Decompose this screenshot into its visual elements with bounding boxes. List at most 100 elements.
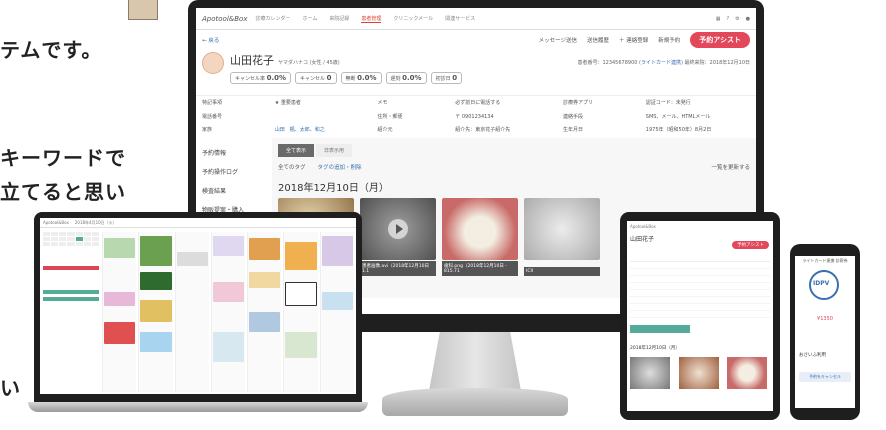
message-button[interactable]: メッセージ送信 bbox=[539, 36, 577, 44]
info-cell: 紹介元 bbox=[377, 127, 393, 134]
stat-cancel-rate: キャンセル率 0.0% bbox=[230, 72, 292, 84]
register-button[interactable]: ＋ 連絡登録 bbox=[619, 36, 648, 44]
patient-name: 山田花子 bbox=[230, 54, 274, 67]
mini-calendar[interactable] bbox=[43, 232, 99, 392]
phone-logo: IDPV bbox=[813, 280, 830, 287]
tablet-screen: Apotool&Box 山田花子 予約アシスト 2018年12月10日（月） bbox=[627, 221, 773, 411]
phone-cancel-button[interactable]: 予約をキャンセル bbox=[799, 372, 851, 382]
header-icons: ▦ ? ⚙ ● bbox=[716, 16, 750, 22]
schedule-column[interactable] bbox=[174, 232, 209, 392]
new-reservation-button[interactable]: 新規予約 bbox=[658, 36, 680, 44]
monitor-base bbox=[382, 388, 568, 416]
bg-text-2: キーワードで bbox=[0, 146, 126, 170]
nav-services[interactable]: 関連サービス bbox=[445, 15, 475, 23]
phone-amount: ¥1350 bbox=[817, 316, 833, 322]
laptop-header: Apotool&Box 2018年4月10日（火） bbox=[40, 218, 356, 228]
laptop-canvas: Apotool&Box 2018年4月10日（火） bbox=[40, 218, 356, 394]
sidebar-item-results[interactable]: 検査結果 bbox=[202, 186, 266, 195]
stat-noshow: 無断 0.0% bbox=[340, 72, 382, 84]
promo-stage: テムです。 キーワードで 立てると思い い Apotool&Box 診療カレンダ… bbox=[0, 0, 886, 430]
thumbnail-video[interactable]: 患者画像.avi（2018年12月10日 1.1 bbox=[360, 198, 436, 276]
info-cell: 診療券アプリ bbox=[563, 100, 594, 106]
nav-home[interactable]: ホーム bbox=[302, 15, 317, 23]
tag-edit-link[interactable]: タグの追加・削除 bbox=[318, 163, 362, 171]
tablet: Apotool&Box 山田花子 予約アシスト 2018年12月10日（月） bbox=[620, 212, 780, 420]
assist-button[interactable]: 予約アシスト bbox=[690, 32, 750, 48]
tablet-thumb[interactable] bbox=[630, 357, 670, 389]
schedule-column[interactable] bbox=[283, 232, 318, 392]
info-cell: SMS、メール、HTMLメール bbox=[645, 113, 711, 120]
patient-id: 患者番号：12345678900 (ライトカード連携) 最終来院：2018年12… bbox=[577, 60, 750, 66]
decorative-box bbox=[128, 0, 158, 20]
avatar-icon[interactable]: ● bbox=[746, 16, 750, 22]
stat-first: 初診日 0 bbox=[430, 72, 463, 84]
sidebar-item-reservation[interactable]: 予約情報 bbox=[202, 148, 266, 157]
nav-mail[interactable]: クリニックメール bbox=[393, 15, 433, 23]
stat-cancel: キャンセル 0 bbox=[295, 72, 337, 84]
patient-avatar bbox=[202, 52, 224, 74]
phone-screen: ライトカード連携 診察券 IDPV ¥1350 おさいふ利用 予約をキャンセル bbox=[795, 256, 855, 408]
app-header: Apotool&Box 診療カレンダー ホーム 来院記録 患者管理 クリニックメ… bbox=[196, 8, 756, 30]
laptop-base bbox=[28, 402, 368, 412]
help-icon[interactable]: ? bbox=[726, 16, 729, 22]
tablet-thumb[interactable] bbox=[727, 357, 767, 389]
nav-visit[interactable]: 来院記録 bbox=[329, 15, 349, 23]
tablet-info bbox=[630, 261, 770, 321]
nav-patients[interactable]: 患者管理 bbox=[361, 15, 382, 23]
bg-text-4: い bbox=[0, 376, 21, 400]
schedule-column[interactable] bbox=[102, 232, 137, 392]
laptop-screen: Apotool&Box 2018年4月10日（火） bbox=[34, 212, 362, 402]
info-cell: 紹介先：東京花子紹介先 bbox=[455, 127, 511, 134]
history-button[interactable]: 送信履歴 bbox=[587, 36, 609, 44]
info-cell bbox=[275, 113, 364, 122]
info-cell: 住所・郵便 bbox=[377, 113, 403, 120]
schedule-column[interactable] bbox=[247, 232, 282, 392]
tab-all[interactable]: 全て表示 bbox=[278, 144, 315, 157]
tablet-thumb[interactable] bbox=[679, 357, 719, 389]
info-cell: 〒 0901234134 bbox=[455, 113, 494, 120]
nav-calendar[interactable]: 診療カレンダー bbox=[255, 15, 290, 23]
tab-hidden[interactable]: 非表示用 bbox=[316, 144, 353, 157]
thumbnail-teeth[interactable]: 歯科.png（2018年12月10日 - 815.71 bbox=[442, 198, 518, 276]
schedule-grid bbox=[102, 232, 354, 392]
laptop-date: 2018年4月10日（火） bbox=[74, 219, 117, 225]
phone-option: おさいふ利用 bbox=[799, 353, 826, 358]
patient-kana: ヤマダハナコ (女性 / 45歳) bbox=[278, 60, 340, 66]
back-link[interactable]: ← 戻る bbox=[202, 36, 219, 44]
info-cell: 連絡手段 bbox=[563, 113, 584, 120]
info-cell: メモ bbox=[377, 100, 388, 106]
bg-text-3: 立てると思い bbox=[0, 180, 126, 204]
info-cell: 生年月日 bbox=[563, 127, 584, 134]
grid-icon[interactable]: ▦ bbox=[716, 16, 721, 22]
tablet-tab[interactable] bbox=[630, 325, 690, 333]
play-icon[interactable] bbox=[388, 219, 408, 239]
smartphone: ライトカード連携 診察券 IDPV ¥1350 おさいふ利用 予約をキャンセル bbox=[790, 244, 860, 420]
schedule-column[interactable] bbox=[319, 232, 354, 392]
patient-info: 特記事項 ★ 重要患者 メモ 必ず前日に電話する 診療券アプリ 認証コード：未発… bbox=[196, 96, 756, 138]
laptop-logo: Apotool&Box bbox=[43, 220, 69, 225]
filter-bar: 全てのタグ タグの追加・削除 一覧を更新する bbox=[278, 157, 750, 177]
laptop: Apotool&Box 2018年4月10日（火） bbox=[28, 212, 368, 412]
tag-select[interactable]: 全てのタグ bbox=[278, 163, 306, 171]
info-cell: 必ず前日に電話する bbox=[455, 100, 501, 106]
media-tabs: 全て表示 非表示用 bbox=[278, 144, 750, 157]
action-bar: ← 戻る メッセージ送信 送信履歴 ＋ 連絡登録 新規予約 予約アシスト bbox=[196, 30, 756, 50]
sidebar-item-log[interactable]: 予約操作ログ bbox=[202, 167, 266, 176]
info-cell: 認証コード：未発行 bbox=[645, 100, 691, 106]
info-cell[interactable]: 山田 楓、太郎、和之 bbox=[275, 126, 364, 135]
app-logo: Apotool&Box bbox=[202, 14, 248, 23]
bg-text-1: テムです。 bbox=[0, 38, 103, 62]
stat-late: 遅刻 0.0% bbox=[385, 72, 427, 84]
phone-title: ライトカード連携 診察券 bbox=[802, 258, 848, 263]
tablet-assist-button[interactable]: 予約アシスト bbox=[732, 241, 769, 249]
schedule-column[interactable] bbox=[138, 232, 173, 392]
monitor-stand bbox=[428, 332, 522, 392]
schedule-column[interactable] bbox=[210, 232, 246, 392]
action-buttons: メッセージ送信 送信履歴 ＋ 連絡登録 新規予約 予約アシスト bbox=[539, 32, 750, 48]
patient-header: 山田花子 ヤマダハナコ (女性 / 45歳) 患者番号：12345678900 … bbox=[196, 50, 756, 96]
thumbnail-misc[interactable]: ICII bbox=[524, 198, 600, 276]
info-cell: 1975年（昭和50年）8月2日 bbox=[645, 127, 712, 134]
gear-icon[interactable]: ⚙ bbox=[735, 16, 739, 22]
refresh-button[interactable]: 一覧を更新する bbox=[711, 163, 750, 171]
info-cell: 特記事項 bbox=[202, 100, 223, 106]
